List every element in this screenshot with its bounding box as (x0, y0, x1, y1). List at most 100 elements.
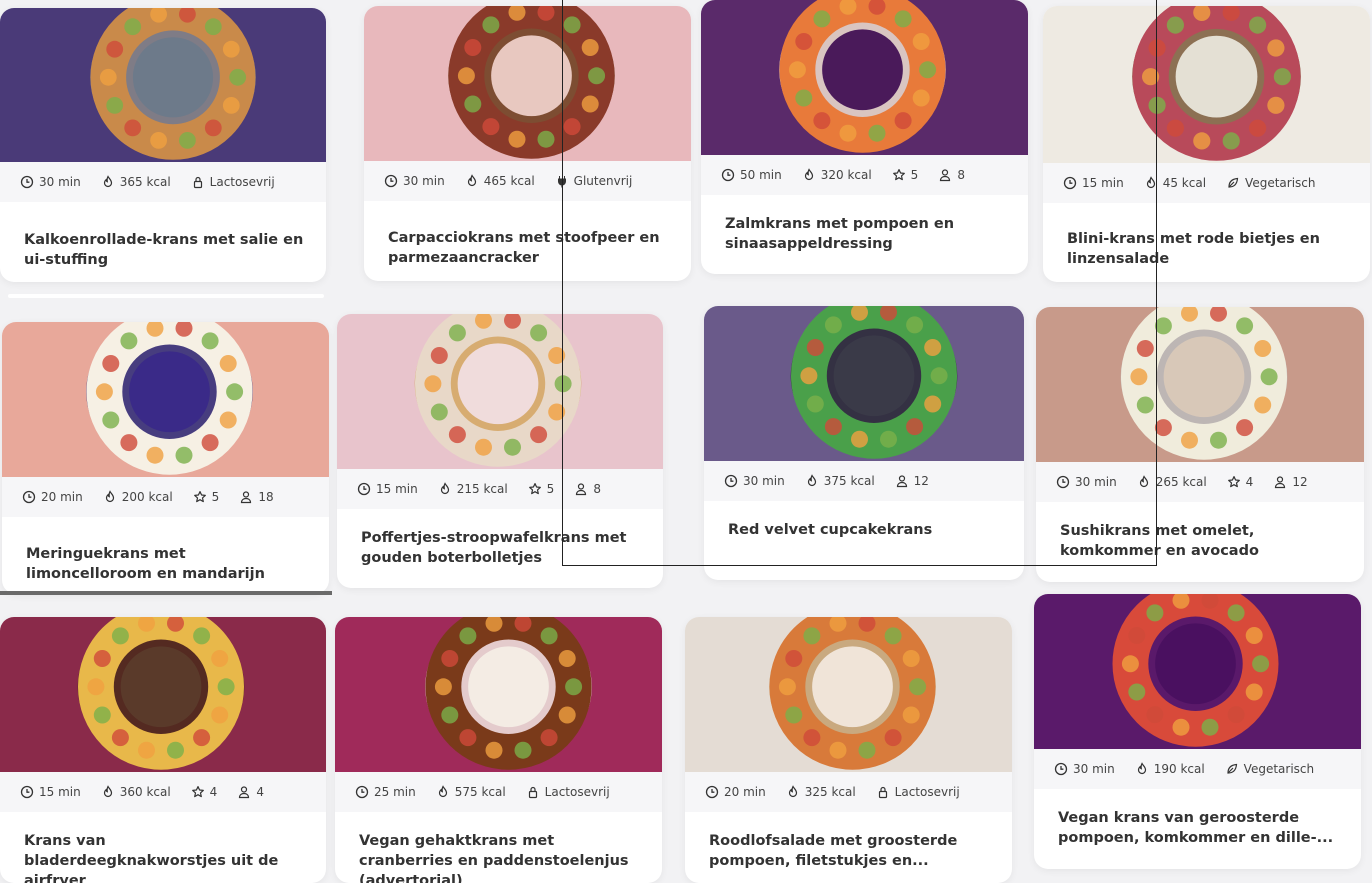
meta-text: 215 kcal (456, 482, 508, 496)
meta-item: 375 kcal (805, 474, 875, 488)
clock-icon (721, 168, 735, 182)
clock-icon (1063, 176, 1077, 190)
meta-item: Vegetarisch (1226, 176, 1316, 190)
meta-item: 360 kcal (101, 785, 171, 799)
recipe-photo[interactable] (701, 0, 1028, 155)
recipe-meta: 15 min 360 kcal 4 4 (0, 772, 326, 812)
flame-icon (1144, 176, 1158, 190)
recipe-card[interactable]: 30 min 265 kcal 4 12 Sushikrans met omelet, … (1036, 307, 1364, 582)
person-icon (895, 474, 909, 488)
clock-icon (1054, 762, 1068, 776)
recipe-card[interactable]: 50 min 320 kcal 5 8 Zalmkrans met pompoen en… (701, 0, 1028, 274)
meta-item: 25 min (355, 785, 416, 799)
meta-text: 30 min (1073, 762, 1115, 776)
meta-item: 4 (1227, 475, 1254, 489)
recipe-card[interactable]: 20 min 200 kcal 5 18 Meringuekrans met limon… (2, 322, 329, 594)
recipe-meta: 50 min 320 kcal 5 8 (701, 155, 1028, 195)
recipe-card[interactable]: 30 min 465 kcal Glutenvrij Carpacciokrans m… (364, 6, 691, 281)
meta-text: 12 (1292, 475, 1308, 489)
leaf-icon (1226, 176, 1240, 190)
meta-text: 50 min (740, 168, 782, 182)
meta-text: 575 kcal (454, 785, 506, 799)
recipe-title[interactable]: Krans van bladerdeegknakworstjes uit de … (24, 831, 306, 883)
flame-icon (1137, 475, 1151, 489)
meta-text: Vegetarisch (1245, 176, 1316, 190)
clock-icon (20, 785, 34, 799)
recipe-title[interactable]: Vegan krans van geroosterde pompoen, kom… (1058, 808, 1341, 848)
recipe-photo[interactable] (337, 314, 663, 469)
horizontal-scrollbar[interactable] (0, 591, 332, 595)
recipe-title[interactable]: Carpacciokrans met stoofpeer en parmezaa… (388, 228, 671, 268)
clock-icon (355, 785, 369, 799)
recipe-photo[interactable] (364, 6, 691, 161)
recipe-card[interactable]: 30 min 365 kcal Lactosevrij Kalkoenrollade-… (0, 8, 326, 282)
recipe-card[interactable]: 20 min 325 kcal Lactosevrij Roodlofsalade m… (685, 617, 1012, 883)
recipe-title[interactable]: Blini-krans met rode bietjes en linzensa… (1067, 229, 1350, 269)
recipe-card[interactable]: 15 min 360 kcal 4 4 Krans van bladerdeegknak… (0, 617, 326, 883)
flame-icon (786, 785, 800, 799)
recipe-photo[interactable] (0, 8, 326, 162)
meta-text: 8 (593, 482, 601, 496)
recipe-meta: 30 min 365 kcal Lactosevrij (0, 162, 326, 202)
meta-text: 265 kcal (1155, 475, 1207, 489)
plug-icon (555, 174, 569, 188)
recipe-title[interactable]: Vegan gehaktkrans met cranberries en pad… (359, 831, 642, 883)
recipe-card[interactable]: 15 min 45 kcal Vegetarisch Blini-krans met … (1043, 6, 1370, 282)
recipe-meta: 30 min 265 kcal 4 12 (1036, 462, 1364, 502)
recipe-title[interactable]: Meringuekrans met limoncelloroom en mand… (26, 544, 309, 584)
person-icon (938, 168, 952, 182)
clock-icon (20, 175, 34, 189)
meta-item: 200 kcal (103, 490, 173, 504)
recipe-photo[interactable] (335, 617, 662, 772)
meta-text: 12 (913, 474, 929, 488)
recipe-photo[interactable] (1036, 307, 1364, 462)
meta-item: 15 min (1063, 176, 1124, 190)
meta-text: 20 min (724, 785, 766, 799)
recipe-photo[interactable] (0, 617, 326, 772)
meta-text: 25 min (374, 785, 416, 799)
meta-text: 15 min (376, 482, 418, 496)
meta-text: 4 (1245, 475, 1254, 489)
recipe-photo[interactable] (704, 306, 1024, 461)
clock-icon (384, 174, 398, 188)
divider (8, 294, 324, 298)
clock-icon (724, 474, 738, 488)
flame-icon (1135, 762, 1149, 776)
meta-text: 30 min (403, 174, 445, 188)
recipe-card[interactable]: 30 min 190 kcal Vegetarisch Vegan krans van… (1034, 594, 1361, 869)
meta-item: 5 (193, 490, 219, 504)
meta-item: 15 min (20, 785, 81, 799)
meta-item: Lactosevrij (191, 175, 275, 189)
recipe-card[interactable]: 25 min 575 kcal Lactosevrij Vegan gehaktkra… (335, 617, 662, 883)
meta-item: Lactosevrij (876, 785, 960, 799)
recipe-photo[interactable] (1043, 6, 1370, 163)
recipe-photo[interactable] (1034, 594, 1361, 749)
recipe-title[interactable]: Red velvet cupcakekrans (728, 520, 1004, 540)
meta-item: 12 (895, 474, 929, 488)
meta-text: 375 kcal (823, 474, 875, 488)
recipe-title[interactable]: Sushikrans met omelet, komkommer en avoc… (1060, 521, 1344, 561)
recipe-meta: 15 min 215 kcal 5 8 (337, 469, 663, 509)
meta-item: Lactosevrij (526, 785, 610, 799)
flame-icon (436, 785, 450, 799)
meta-text: Lactosevrij (209, 175, 275, 189)
meta-item: 30 min (724, 474, 785, 488)
meta-text: 20 min (41, 490, 83, 504)
recipe-card[interactable]: 15 min 215 kcal 5 8 Poffertjes-stroopwafelkr… (337, 314, 663, 588)
meta-item: 18 (239, 490, 274, 504)
recipe-card[interactable]: 30 min 375 kcal 12 Red velvet cupcakekrans (704, 306, 1024, 580)
recipe-title[interactable]: Kalkoenrollade-krans met salie en ui-stu… (24, 230, 306, 270)
meta-item: 45 kcal (1144, 176, 1206, 190)
recipe-title[interactable]: Roodlofsalade met groosterde pompoen, fi… (709, 831, 992, 871)
recipe-photo[interactable] (2, 322, 329, 477)
recipe-photo[interactable] (685, 617, 1012, 772)
meta-text: 325 kcal (804, 785, 856, 799)
meta-item: 8 (574, 482, 601, 496)
meta-item: 20 min (705, 785, 766, 799)
recipe-title[interactable]: Zalmkrans met pompoen en sinaasappeldres… (725, 214, 1008, 254)
recipe-title[interactable]: Poffertjes-stroopwafelkrans met gouden b… (361, 528, 643, 568)
recipe-meta: 30 min 465 kcal Glutenvrij (364, 161, 691, 201)
meta-text: 15 min (39, 785, 81, 799)
meta-text: 365 kcal (119, 175, 171, 189)
meta-item: 265 kcal (1137, 475, 1207, 489)
